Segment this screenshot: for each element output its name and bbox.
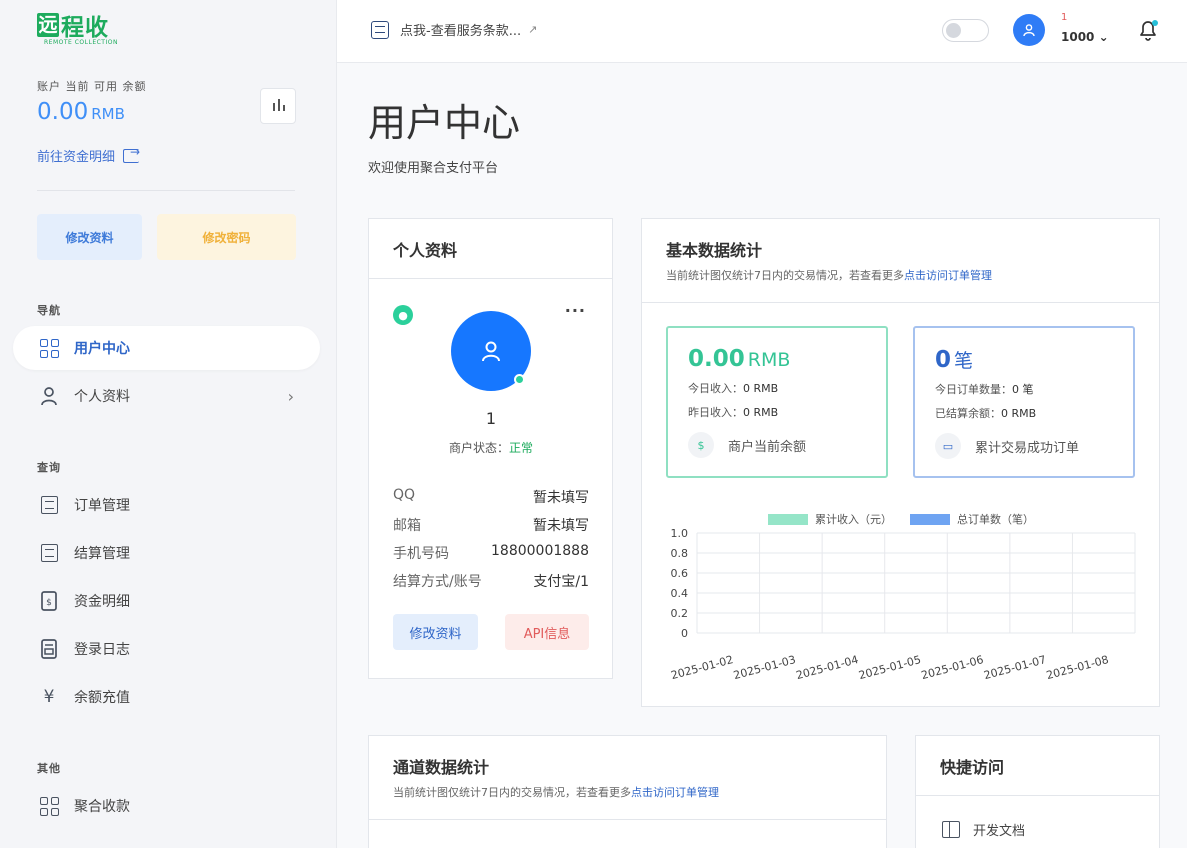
channel-card-title: 通道数据统计 — [393, 758, 490, 777]
divider — [37, 190, 295, 191]
logout-arrow-icon — [123, 145, 140, 163]
order-management-link[interactable]: 点击访问订单管理 — [904, 269, 992, 282]
x-tick-label: 2025-01-02 — [670, 653, 735, 682]
avatar[interactable] — [1013, 14, 1045, 46]
section-query-label: 查询 — [37, 461, 61, 474]
external-link-icon: ↗ — [528, 23, 538, 36]
x-tick-label: 2025-01-05 — [857, 653, 922, 682]
sidebar-item-aggregate[interactable]: 聚合收款 — [13, 784, 320, 828]
x-tick-label: 2025-01-04 — [795, 653, 860, 682]
brand-subtitle: REMOTE COLLECTION — [44, 39, 118, 46]
terms-notice-link[interactable]: 点我-查看服务条款... ↗ — [371, 20, 537, 39]
profile-name: 1 — [485, 409, 497, 428]
page-subtitle: 欢迎使用聚合支付平台 — [368, 161, 499, 176]
edit-profile-button[interactable]: 修改资料 — [37, 214, 142, 260]
balance-label: 账户 当前 可用 余额 — [37, 80, 147, 93]
edit-profile-button[interactable]: 修改资料 — [393, 614, 478, 650]
stats-card-desc: 当前统计图仅统计7日内的交易情况，若查看更多点击访问订单管理 — [666, 269, 992, 282]
y-tick-label: 0.2 — [671, 607, 689, 620]
sidebar-item-settlement[interactable]: 结算管理 — [13, 531, 320, 575]
grid-icon — [38, 337, 60, 359]
yesterday-income: 昨日收入：0 RMB — [688, 406, 779, 419]
sidebar-item-orders[interactable]: 订单管理 — [13, 483, 320, 527]
chevron-right-icon: › — [287, 386, 294, 406]
api-info-button[interactable]: API信息 — [505, 614, 589, 650]
user-menu[interactable]: 1000 ⌄ — [1061, 30, 1109, 44]
stats-card: 基本数据统计 当前统计图仅统计7日内的交易情况，若查看更多点击访问订单管理 0.… — [641, 218, 1160, 707]
x-tick-label: 2025-01-06 — [920, 653, 985, 682]
sidebar-item-funds[interactable]: $ 资金明细 — [13, 579, 320, 623]
balance-chart-button[interactable] — [260, 88, 296, 124]
profile-card: 个人资料 ● ··· 1 商户状态：正常 QQ 暂未填写 邮箱 暂未填写 手机号码 1… — [368, 218, 613, 679]
y-tick-label: 0.4 — [671, 587, 689, 600]
chevron-down-icon: ⌄ — [1098, 30, 1109, 44]
wallet-icon: ▭ — [935, 433, 961, 459]
user-badge-icon: ● — [393, 305, 413, 325]
stats-chart: 1.00.80.60.40.202025-01-022025-01-032025… — [670, 527, 1136, 682]
merchant-status: 商户状态：正常 — [448, 441, 534, 455]
profile-row: 结算方式/账号 支付宝/1 — [393, 574, 589, 590]
user-level: 1 — [1061, 12, 1068, 23]
quick-access-card: 快捷访问 开发文档 — [915, 735, 1160, 848]
svg-text:$: $ — [46, 598, 52, 608]
orders-value: 0笔 — [935, 347, 974, 373]
topbar: 点我-查看服务条款... ↗ 1 1000 ⌄ — [337, 0, 1187, 63]
bell-icon[interactable] — [1137, 18, 1159, 42]
channel-card-desc: 当前统计图仅统计7日内的交易情况，若查看更多点击访问订单管理 — [393, 786, 719, 799]
profile-card-title: 个人资料 — [393, 241, 458, 260]
section-other-label: 其他 — [37, 762, 61, 775]
dev-docs-link[interactable]: 开发文档 — [942, 820, 1025, 839]
dollar-circle-icon: $ — [688, 432, 714, 458]
notice-icon — [371, 20, 389, 39]
more-options-icon[interactable]: ··· — [565, 301, 586, 320]
list-icon — [38, 542, 60, 564]
log-document-icon — [38, 638, 60, 660]
today-income: 今日收入：0 RMB — [688, 382, 779, 395]
user-icon — [38, 385, 60, 407]
sidebar: 远 程收 REMOTE COLLECTION 账户 当前 可用 余额 0.00 R… — [0, 0, 337, 848]
y-tick-label: 0 — [681, 627, 688, 640]
theme-toggle[interactable] — [942, 19, 989, 42]
x-tick-label: 2025-01-08 — [1045, 653, 1110, 682]
orders-stat-box: 0笔 今日订单数量：0 笔 已结算余额：0 RMB ▭ 累计交易成功订单 — [913, 326, 1135, 478]
brand-logo[interactable]: 远 程收 REMOTE COLLECTION — [37, 12, 127, 48]
qr-grid-icon — [38, 795, 60, 817]
settled-balance: 已结算余额：0 RMB — [935, 407, 1037, 420]
stats-card-title: 基本数据统计 — [666, 241, 763, 260]
today-orders: 今日订单数量：0 笔 — [935, 383, 1034, 396]
sidebar-item-profile[interactable]: 个人资料 › — [13, 374, 320, 418]
channel-card: 通道数据统计 当前统计图仅统计7日内的交易情况，若查看更多点击访问订单管理 — [368, 735, 887, 848]
y-tick-label: 1.0 — [671, 527, 689, 540]
section-nav-label: 导航 — [37, 304, 61, 317]
profile-row: 手机号码 18800001888 — [393, 543, 589, 562]
income-value: 0.00 RMB — [688, 346, 791, 372]
notification-dot — [1152, 20, 1158, 26]
profile-row: 邮箱 暂未填写 — [393, 518, 589, 534]
online-status-dot — [514, 374, 525, 385]
funds-detail-link[interactable]: 前往资金明细 — [37, 145, 140, 166]
change-password-button[interactable]: 修改密码 — [157, 214, 296, 260]
page-title: 用户中心 — [368, 101, 521, 145]
book-icon — [942, 821, 960, 838]
sidebar-item-user-center[interactable]: 用户中心 — [13, 326, 320, 370]
sidebar-item-login-log[interactable]: 登录日志 — [13, 627, 320, 671]
yen-icon: ¥ — [43, 687, 55, 707]
money-document-icon: $ — [38, 590, 60, 612]
y-tick-label: 0.6 — [671, 567, 689, 580]
profile-row: QQ 暂未填写 — [393, 487, 589, 506]
income-stat-box: 0.00 RMB 今日收入：0 RMB 昨日收入：0 RMB $ 商户当前余额 — [666, 326, 888, 478]
sidebar-item-recharge[interactable]: ¥ 余额充值 — [13, 675, 320, 719]
y-tick-label: 0.8 — [671, 547, 689, 560]
list-icon — [38, 494, 60, 516]
quick-access-title: 快捷访问 — [940, 758, 1005, 777]
balance-value: 0.00 RMB — [37, 99, 125, 125]
order-management-link[interactable]: 点击访问订单管理 — [631, 786, 719, 799]
x-tick-label: 2025-01-07 — [982, 653, 1047, 682]
x-tick-label: 2025-01-03 — [732, 653, 797, 682]
